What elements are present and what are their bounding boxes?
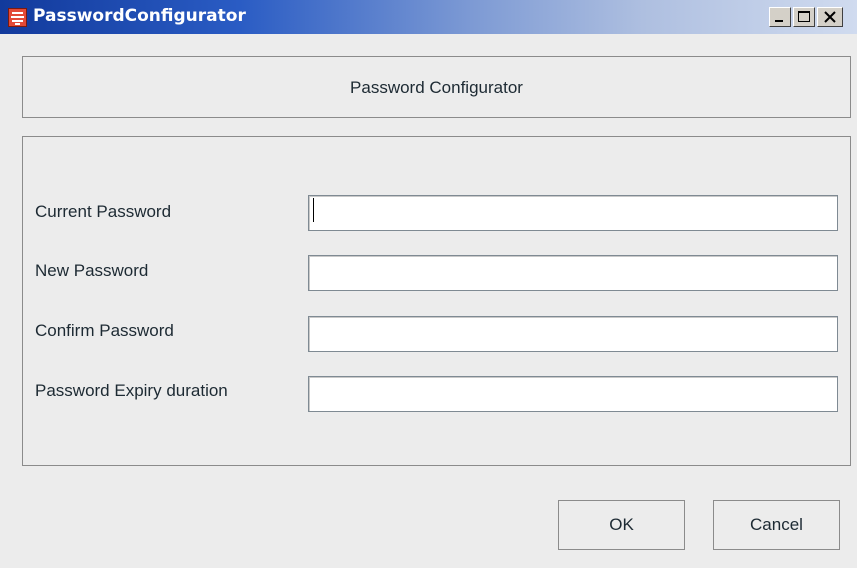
maximize-button[interactable] bbox=[793, 7, 815, 27]
confirm-password-label: Confirm Password bbox=[35, 321, 174, 340]
password-expiry-duration-label: Password Expiry duration bbox=[35, 381, 228, 400]
current-password-input[interactable] bbox=[308, 195, 838, 231]
app-icon[interactable] bbox=[8, 8, 27, 27]
text-caret bbox=[313, 198, 314, 222]
password-form-panel: Current Password New Password Confirm Pa… bbox=[22, 136, 851, 466]
ok-button[interactable]: OK bbox=[558, 500, 685, 550]
password-configurator-window: PasswordConfigurator Password Configurat… bbox=[0, 0, 857, 568]
close-button[interactable] bbox=[817, 7, 843, 27]
current-password-label: Current Password bbox=[35, 202, 172, 221]
minimize-icon bbox=[775, 20, 783, 22]
minimize-button[interactable] bbox=[769, 7, 791, 27]
maximize-icon bbox=[798, 11, 810, 22]
new-password-input[interactable] bbox=[308, 255, 838, 291]
header-title: Password Configurator bbox=[350, 78, 523, 97]
confirm-password-input[interactable] bbox=[308, 316, 838, 352]
close-icon bbox=[824, 11, 836, 23]
title-bar[interactable]: PasswordConfigurator bbox=[0, 0, 857, 34]
window-title: PasswordConfigurator bbox=[33, 6, 246, 26]
password-expiry-duration-input[interactable] bbox=[308, 376, 838, 412]
header-panel: Password Configurator bbox=[22, 56, 851, 118]
cancel-button[interactable]: Cancel bbox=[713, 500, 840, 550]
new-password-label: New Password bbox=[35, 261, 149, 280]
